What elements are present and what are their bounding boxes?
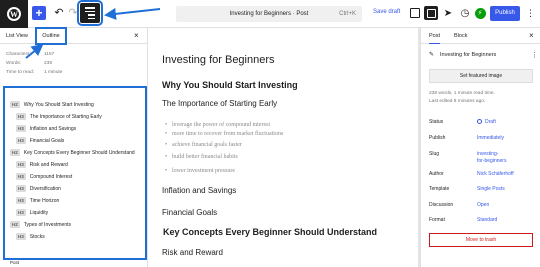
jetpack-icon[interactable]: ⚡ — [473, 6, 487, 20]
draft-status-icon — [477, 119, 482, 125]
command-shortcut: Ctrl+K — [339, 11, 356, 17]
tab-block[interactable]: Block — [454, 28, 467, 44]
last-edited-meta: Last edited 8 minutes ago. — [429, 99, 486, 104]
settings-sidebar: Post Block × ✎ Investing for Beginners ⋮… — [420, 28, 540, 267]
post-summary-title: Investing for Beginners — [440, 51, 497, 58]
send-icon[interactable]: ➤ — [441, 6, 455, 20]
list-item[interactable]: lower investment pressure — [165, 168, 235, 174]
tab-list-view[interactable]: List View — [6, 28, 28, 44]
tab-outline[interactable]: Outline — [35, 27, 67, 45]
slug-value[interactable]: investing- for-beginners — [477, 151, 506, 165]
outline-panel: List View Outline × Characters: 1157 Word… — [0, 27, 148, 267]
move-to-trash-button[interactable]: Move to trash — [429, 233, 533, 247]
panel-tabs: List View Outline × — [0, 27, 148, 45]
outline-item[interactable]: H3 Risk and Reward — [16, 161, 68, 168]
heading-h2[interactable]: Key Concepts Every Beginner Should Under… — [163, 227, 377, 237]
view-icon[interactable] — [408, 6, 422, 20]
publish-button[interactable]: Publish — [490, 6, 520, 21]
row-slug: Slug investing- for-beginners — [429, 151, 507, 165]
outline-item[interactable]: H3 Compound Interest — [16, 173, 72, 180]
post-summary: ✎ Investing for Beginners — [429, 51, 497, 59]
breadcrumb[interactable]: Post — [10, 260, 19, 265]
undo-icon[interactable]: ↶ — [52, 6, 66, 20]
document-title: Investing for Beginners · Post — [229, 11, 309, 17]
status-value[interactable]: Draft — [477, 119, 496, 125]
stat-characters: Characters: 1157 — [6, 52, 55, 57]
outline-item[interactable]: H3 Diversification — [16, 185, 61, 192]
settings-icon[interactable] — [424, 6, 438, 20]
close-icon[interactable]: × — [529, 29, 534, 43]
outline-item[interactable]: H2 Types of Investments — [10, 221, 71, 228]
list-item[interactable]: more time to recover from market fluctua… — [165, 131, 283, 137]
heading-h3[interactable]: Financial Goals — [162, 208, 217, 217]
post-icon: ✎ — [429, 52, 435, 58]
save-draft-button[interactable]: Save draft — [373, 9, 400, 15]
heading-h3[interactable]: The Importance of Starting Early — [162, 99, 277, 108]
document-outline-icon[interactable] — [77, 0, 103, 26]
heading-h3[interactable]: Risk and Reward — [162, 248, 223, 257]
heading-h2[interactable]: Why You Should Start Investing — [162, 80, 298, 90]
publish-date-value[interactable]: Immediately — [477, 135, 504, 141]
document-title-bar[interactable]: Investing for Beginners · Post Ctrl+K — [176, 6, 362, 22]
format-value[interactable]: Standard — [477, 217, 497, 223]
outline-item[interactable]: H3 Financial Goals — [16, 137, 64, 144]
outline-item[interactable]: H3 Time Horizon — [16, 197, 59, 204]
stat-words: Words: 238 — [6, 61, 53, 66]
more-icon[interactable]: ⋮ — [526, 6, 535, 20]
template-value[interactable]: Single Posts — [477, 186, 505, 192]
outline-item[interactable]: H3 Stocks — [16, 233, 45, 240]
list-item[interactable]: build better financial habits — [165, 154, 238, 160]
post-title[interactable]: Investing for Beginners — [162, 54, 275, 66]
stat-time-to-read: Time to read: 1 minute — [6, 70, 63, 75]
author-value[interactable]: Nick Schäferhoff — [477, 171, 514, 177]
document-outline-list: H2 Why You Should Start Investing H3 The I… — [3, 86, 147, 260]
word-count-meta: 238 words, 1 minute read time. — [429, 91, 495, 96]
tab-post[interactable]: Post — [429, 28, 441, 44]
post-actions-icon[interactable]: ⋮ — [531, 51, 538, 59]
editor-toolbar: W + ↶ ↷ Investing for Beginners · Post C… — [0, 0, 540, 28]
outline-item[interactable]: H2 Key Concepts Every Beginner Should Und… — [10, 149, 135, 156]
add-block-icon[interactable]: + — [32, 6, 46, 20]
outline-item[interactable]: H3 Inflation and Savings — [16, 125, 76, 132]
outline-item[interactable]: H2 Why You Should Start Investing — [10, 101, 94, 108]
list-item[interactable]: achieve financial goals faster — [165, 142, 242, 148]
wordpress-logo-icon[interactable]: W — [0, 0, 28, 28]
outline-item[interactable]: H3 Liquidity — [16, 209, 48, 216]
list-item[interactable]: leverage the power of compound interest — [165, 122, 270, 128]
redo-icon[interactable]: ↷ — [66, 6, 80, 20]
sidebar-tabs: Post Block × — [421, 28, 540, 44]
heading-h3[interactable]: Inflation and Savings — [162, 186, 236, 195]
set-featured-image-button[interactable]: Set featured image — [429, 69, 533, 83]
discussion-value[interactable]: Open — [477, 202, 489, 208]
history-icon[interactable]: ◷ — [458, 6, 472, 20]
close-icon[interactable]: × — [134, 29, 139, 43]
outline-item[interactable]: H3 The Importance of Starting Early — [16, 113, 102, 120]
editor-canvas[interactable]: Investing for Beginners Why You Should S… — [148, 28, 420, 267]
